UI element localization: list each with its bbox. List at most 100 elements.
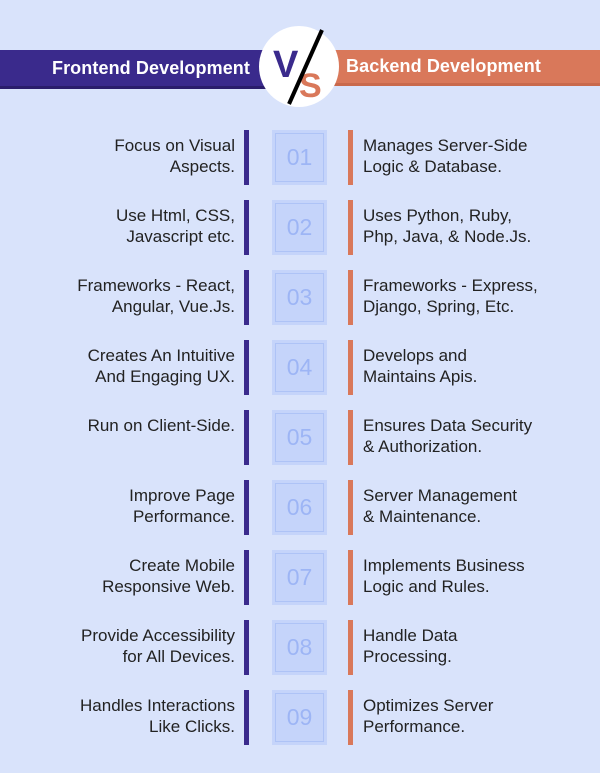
comparison-row: Provide Accessibility for All Devices. 0…	[0, 620, 600, 675]
backend-accent-bar	[348, 200, 353, 255]
row-number-box: 07	[272, 550, 327, 605]
frontend-point-line: And Engaging UX.	[95, 367, 235, 386]
backend-header-bar: Backend Development	[326, 50, 600, 86]
row-number-box: 09	[272, 690, 327, 745]
backend-title: Backend Development	[346, 56, 541, 76]
backend-point: Server Management & Maintenance.	[363, 485, 517, 527]
frontend-point: Frameworks - React, Angular, Vue.Js.	[77, 275, 235, 317]
comparison-row: Use Html, CSS, Javascript etc. 02 Uses P…	[0, 200, 600, 255]
backend-point-line: Logic & Database.	[363, 157, 502, 176]
frontend-header-bar: Frontend Development	[0, 50, 272, 89]
frontend-point-line: Aspects.	[169, 157, 235, 176]
row-number: 07	[275, 553, 324, 602]
row-number-box: 01	[272, 130, 327, 185]
row-number-box: 02	[272, 200, 327, 255]
frontend-accent-bar	[244, 270, 249, 325]
frontend-title: Frontend Development	[51, 57, 250, 78]
backend-point-line: Logic and Rules.	[363, 577, 490, 596]
frontend-point-line: Run on Client-Side.	[87, 416, 235, 435]
row-number: 02	[275, 203, 324, 252]
backend-accent-bar	[348, 340, 353, 395]
frontend-accent-bar	[244, 410, 249, 465]
row-number: 03	[275, 273, 324, 322]
frontend-point: Handles Interactions Like Clicks.	[80, 695, 235, 737]
comparison-row: Improve Page Performance. 06 Server Mana…	[0, 480, 600, 535]
frontend-point: Improve Page Performance.	[129, 485, 235, 527]
row-number-box: 05	[272, 410, 327, 465]
comparison-row: Frameworks - React, Angular, Vue.Js. 03 …	[0, 270, 600, 325]
frontend-accent-bar	[244, 340, 249, 395]
backend-point: Manages Server-Side Logic & Database.	[363, 135, 527, 177]
frontend-point: Create Mobile Responsive Web.	[102, 555, 235, 597]
row-number-box: 03	[272, 270, 327, 325]
frontend-accent-bar	[244, 200, 249, 255]
vs-icon: V S	[273, 29, 324, 105]
backend-accent-bar	[348, 620, 353, 675]
row-number: 01	[275, 133, 324, 182]
row-number: 09	[275, 693, 324, 742]
backend-point-line: Uses Python, Ruby,	[363, 206, 512, 225]
backend-point-line: Develops and	[363, 346, 467, 365]
backend-point-line: & Maintenance.	[363, 507, 482, 526]
frontend-accent-bar	[244, 480, 249, 535]
frontend-accent-bar	[244, 130, 249, 185]
frontend-point-line: Focus on Visual	[114, 136, 235, 155]
backend-point: Frameworks - Express, Django, Spring, Et…	[363, 275, 538, 317]
comparison-row: Handles Interactions Like Clicks. 09 Opt…	[0, 690, 600, 745]
row-number: 08	[275, 623, 324, 672]
backend-accent-bar	[348, 270, 353, 325]
backend-point-line: Server Management	[363, 486, 518, 505]
frontend-point: Use Html, CSS, Javascript etc.	[116, 205, 235, 247]
frontend-point-line: Angular, Vue.Js.	[111, 297, 235, 316]
row-number: 06	[275, 483, 324, 532]
backend-point: Uses Python, Ruby, Php, Java, & Node.Js.	[363, 205, 531, 247]
frontend-point-line: Javascript etc.	[126, 227, 235, 246]
row-number: 05	[275, 413, 324, 462]
frontend-point: Provide Accessibility for All Devices.	[81, 625, 235, 667]
backend-point-line: Processing.	[363, 647, 452, 666]
row-number: 04	[275, 343, 324, 392]
vs-letter-v: V	[273, 44, 299, 86]
frontend-point-line: Create Mobile	[129, 556, 235, 575]
frontend-accent-bar	[244, 690, 249, 745]
backend-point-line: Ensures Data Security	[363, 416, 533, 435]
backend-point-line: Django, Spring, Etc.	[363, 297, 515, 316]
frontend-point-line: Responsive Web.	[102, 577, 235, 596]
backend-point-line: Manages Server-Side	[363, 136, 528, 155]
backend-point-line: Maintains Apis.	[363, 367, 478, 386]
frontend-point-line: Handles Interactions	[80, 696, 235, 715]
row-number-box: 06	[272, 480, 327, 535]
backend-point-line: Optimizes Server	[363, 696, 494, 715]
backend-point-line: Frameworks - Express,	[363, 276, 538, 295]
frontend-point-line: Provide Accessibility	[80, 626, 235, 645]
backend-point-line: Handle Data	[363, 626, 458, 645]
comparison-row: Creates An Intuitive And Engaging UX. 04…	[0, 340, 600, 395]
row-number-box: 04	[272, 340, 327, 395]
backend-point: Optimizes Server Performance.	[363, 695, 493, 737]
backend-point-line: Performance.	[363, 717, 466, 736]
frontend-point-line: Frameworks - React,	[77, 276, 235, 295]
frontend-point: Focus on Visual Aspects.	[114, 135, 235, 177]
backend-point-line: Implements Business	[363, 556, 525, 575]
backend-point-line: & Authorization.	[363, 437, 483, 456]
frontend-point-line: Performance.	[132, 507, 235, 526]
frontend-point-line: Like Clicks.	[149, 717, 235, 736]
backend-accent-bar	[348, 130, 353, 185]
frontend-accent-bar	[244, 620, 249, 675]
backend-accent-bar	[348, 550, 353, 605]
comparison-row: Create Mobile Responsive Web. 07 Impleme…	[0, 550, 600, 605]
vs-badge: V S	[259, 26, 339, 107]
backend-accent-bar	[348, 690, 353, 745]
frontend-point-line: Creates An Intuitive	[87, 346, 235, 365]
frontend-point-line: Use Html, CSS,	[115, 206, 235, 225]
backend-point: Ensures Data Security & Authorization.	[363, 415, 532, 457]
backend-point: Develops and Maintains Apis.	[363, 345, 477, 387]
backend-point-line: Php, Java, & Node.Js.	[363, 227, 532, 246]
frontend-point-line: Improve Page	[129, 486, 235, 505]
backend-point: Handle Data Processing.	[363, 625, 458, 667]
row-number-box: 08	[272, 620, 327, 675]
frontend-point: Run on Client-Side.	[88, 415, 235, 436]
backend-point: Implements Business Logic and Rules.	[363, 555, 525, 597]
frontend-point-line: for All Devices.	[122, 647, 235, 666]
frontend-point: Creates An Intuitive And Engaging UX.	[88, 345, 235, 387]
